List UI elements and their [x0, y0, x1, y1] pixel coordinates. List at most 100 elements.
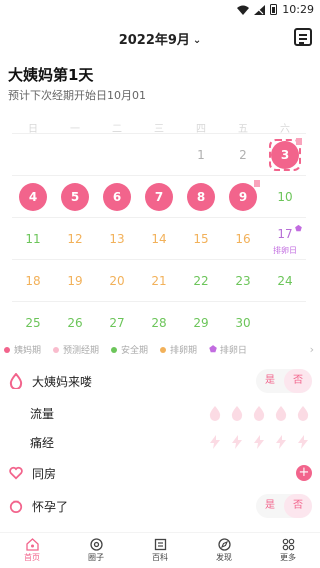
day-number: 4 — [28, 189, 38, 204]
calendar-day[interactable]: 5 — [54, 176, 96, 217]
calendar-day[interactable]: 11 — [12, 218, 54, 259]
calendar-day[interactable]: 12 — [54, 218, 96, 259]
calendar-day[interactable]: 14 — [138, 218, 180, 259]
month-label[interactable]: 2022年9月 — [119, 33, 190, 48]
calendar-day[interactable]: 10 — [264, 176, 306, 217]
flow-drop-icon[interactable] — [208, 405, 222, 421]
pregnant-yes-option[interactable]: 是 — [256, 494, 284, 518]
heart-icon — [9, 466, 23, 480]
status-bar: 10:29 — [0, 0, 320, 20]
pain-bolt-icon[interactable] — [208, 434, 222, 450]
pain-bolt-icon[interactable] — [252, 434, 266, 450]
day-number: 9 — [238, 189, 248, 204]
flow-drop-icon[interactable] — [252, 405, 266, 421]
cycle-subtitle: 预计下次经期开始日10月01 — [8, 89, 146, 102]
wifi-icon — [237, 5, 250, 15]
period-toggle[interactable]: 是 否 — [256, 369, 312, 393]
cycle-title: 大姨妈第1天 — [8, 66, 94, 84]
calendar-day[interactable]: 21 — [138, 260, 180, 301]
baby-icon — [9, 500, 23, 513]
flow-drop-icon[interactable] — [230, 405, 244, 421]
calendar-day[interactable]: 25 — [12, 302, 54, 343]
day-number: 19 — [67, 273, 83, 288]
chevron-down-icon[interactable]: ⌄ — [193, 35, 201, 46]
calendar-day[interactable]: 26 — [54, 302, 96, 343]
day-number: 22 — [193, 273, 209, 288]
day-number: 8 — [196, 189, 206, 204]
period-label: 大姨妈来喽 — [32, 374, 93, 389]
day-number: 1 — [197, 147, 205, 162]
calendar-day[interactable]: 16 — [222, 218, 264, 259]
tab-label: 发现 — [216, 553, 232, 562]
calendar-empty-cell — [54, 134, 96, 175]
legend-dot — [4, 346, 10, 353]
calendar-day[interactable]: 3 — [264, 134, 306, 175]
intimacy-label: 同房 — [32, 466, 57, 481]
tab-label: 更多 — [280, 553, 296, 562]
month-picker[interactable]: 2022年9月 ⌄ — [0, 29, 320, 48]
book-icon — [154, 538, 166, 551]
calendar-day[interactable]: 17 ⬟ 排卵日 — [264, 218, 306, 259]
calendar-day[interactable]: 22 — [180, 260, 222, 301]
calendar-day[interactable]: 1 — [180, 134, 222, 175]
period-row: 大姨妈来喽 是 否 — [0, 364, 320, 398]
tab-discover[interactable]: 发现 — [192, 533, 256, 568]
calendar-day[interactable]: 20 — [96, 260, 138, 301]
day-number: 25 — [25, 315, 41, 330]
calendar-day[interactable]: 23 — [222, 260, 264, 301]
pregnant-toggle[interactable]: 是 否 — [256, 494, 312, 518]
flow-drop-icon[interactable] — [296, 405, 310, 421]
flow-level-icons[interactable] — [208, 405, 310, 421]
calendar-day[interactable]: 19 — [54, 260, 96, 301]
legend-label: 排卵期 — [170, 346, 198, 356]
chevron-right-icon[interactable]: › — [310, 343, 314, 356]
drop-icon — [9, 373, 23, 389]
legend-item: ⬟ 排卵日 — [209, 343, 247, 357]
calendar-day[interactable]: 28 — [138, 302, 180, 343]
calendar-day[interactable]: 7 — [138, 176, 180, 217]
tab-home[interactable]: 首页 — [0, 533, 64, 568]
day-number: 18 — [25, 273, 41, 288]
legend-item: 预测经期 — [53, 343, 99, 356]
pain-row[interactable]: 痛经 — [0, 425, 320, 459]
pain-bolt-icon[interactable] — [296, 434, 310, 450]
calendar-day[interactable]: 13 — [96, 218, 138, 259]
day-number: 7 — [154, 189, 164, 204]
day-number: 29 — [193, 315, 209, 330]
calendar-empty-cell — [138, 134, 180, 175]
tab-circle[interactable]: 圈子 — [64, 533, 128, 568]
calendar-day[interactable]: 24 — [264, 260, 306, 301]
legend-dot — [111, 346, 118, 353]
add-intimacy-button[interactable]: + — [296, 465, 312, 481]
calendar-day[interactable]: 6 — [96, 176, 138, 217]
battery-icon — [270, 4, 278, 15]
calendar-day[interactable]: 29 — [180, 302, 222, 343]
day-number: 28 — [151, 315, 167, 330]
pain-bolt-icon[interactable] — [274, 434, 288, 450]
bookmark-flag-icon — [254, 180, 260, 187]
pain-level-icons[interactable] — [208, 434, 310, 450]
calendar-day[interactable]: 4 — [12, 176, 54, 217]
tab-label: 首页 — [24, 553, 40, 562]
calendar-day[interactable]: 18 — [12, 260, 54, 301]
notes-icon[interactable] — [294, 28, 312, 46]
day-number: 15 — [193, 231, 209, 246]
pain-bolt-icon[interactable] — [230, 434, 244, 450]
pregnant-no-option[interactable]: 否 — [284, 494, 312, 518]
calendar-day[interactable]: 2 — [222, 134, 264, 175]
tab-encyclopedia[interactable]: 百科 — [128, 533, 192, 568]
ovulation-day-label: 排卵日 — [273, 246, 297, 255]
calendar-week-row: 18 19 20 21 22 23 24 — [12, 259, 306, 301]
tab-more[interactable]: 更多 — [256, 533, 320, 568]
calendar-day[interactable]: 27 — [96, 302, 138, 343]
period-yes-option[interactable]: 是 — [256, 369, 284, 393]
calendar-day[interactable]: 15 — [180, 218, 222, 259]
calendar-day[interactable]: 8 — [180, 176, 222, 217]
calendar-day[interactable]: 30 — [222, 302, 264, 343]
day-number: 14 — [151, 231, 167, 246]
period-no-option[interactable]: 否 — [284, 369, 312, 393]
calendar-day[interactable]: 9 — [222, 176, 264, 217]
tab-label: 百科 — [152, 553, 168, 562]
compass-icon — [217, 538, 231, 551]
flow-drop-icon[interactable] — [274, 405, 288, 421]
